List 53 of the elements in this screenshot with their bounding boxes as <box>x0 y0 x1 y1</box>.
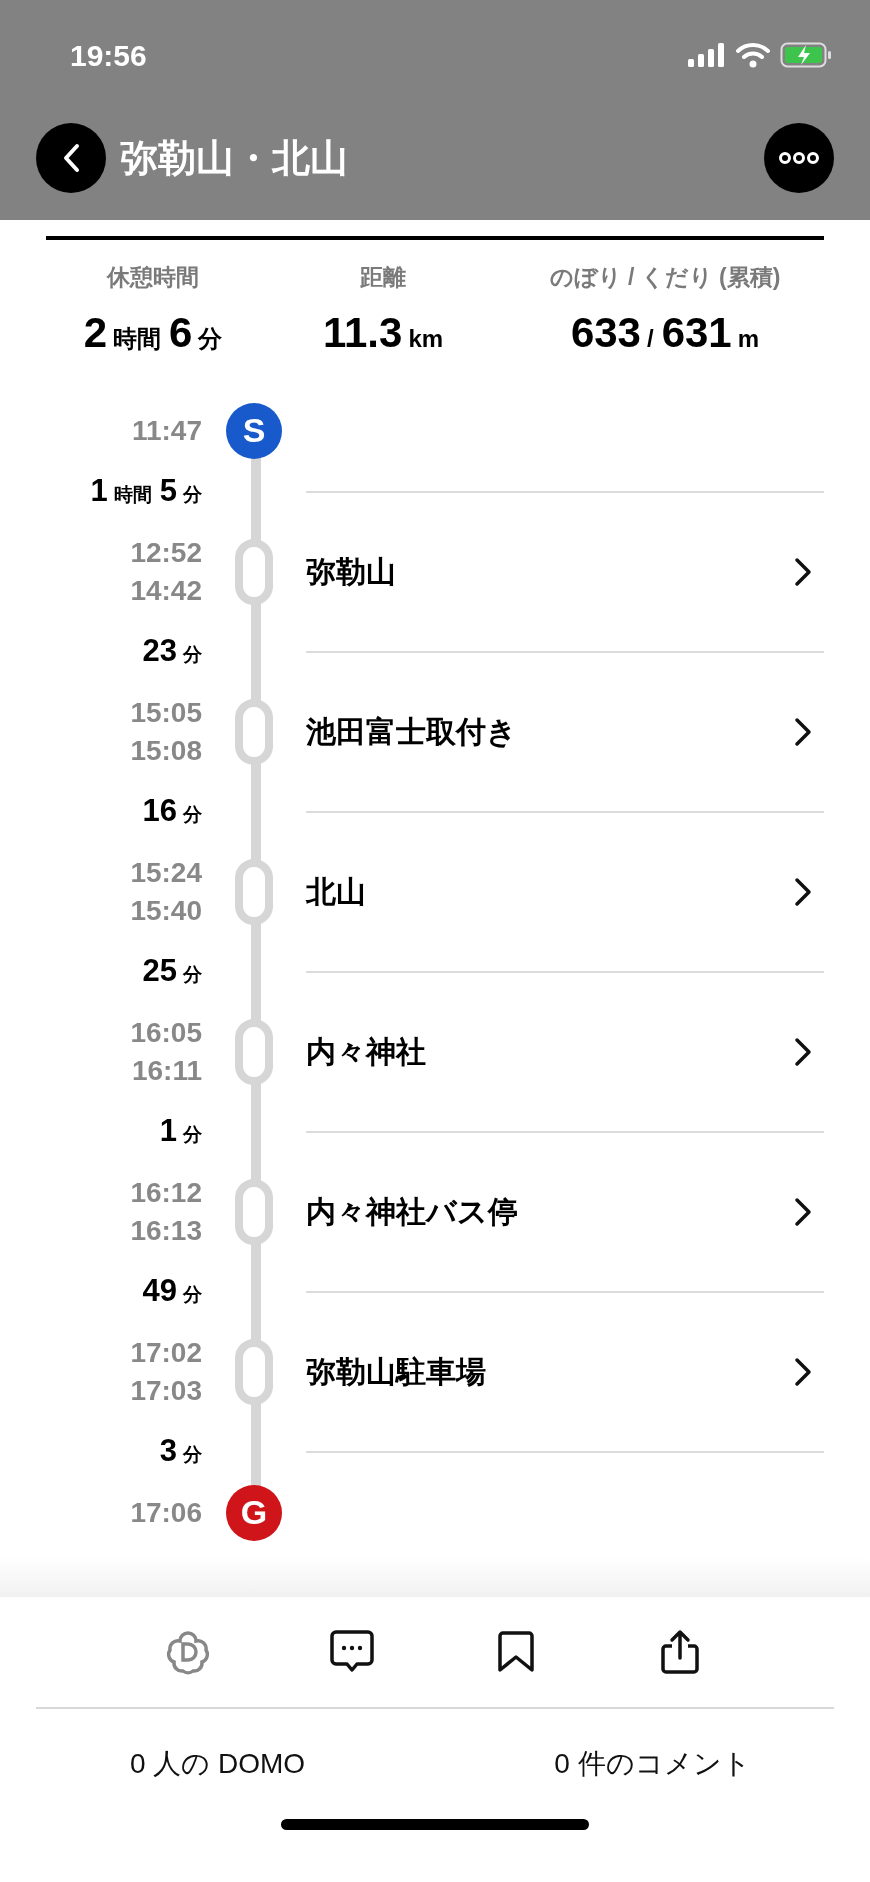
chevron-left-icon <box>62 143 80 173</box>
bookmark-icon[interactable] <box>497 1629 535 1675</box>
battery-charging-icon <box>780 42 832 68</box>
time-label: 16:13 <box>130 1213 202 1248</box>
waypoint-item[interactable]: 内々神社 <box>306 1011 824 1092</box>
stat-label: 休憩時間 <box>107 263 199 292</box>
time-label: 15:40 <box>130 893 202 928</box>
chevron-right-icon <box>794 1356 812 1387</box>
chevron-right-icon <box>794 1036 812 1067</box>
chevron-right-icon <box>794 556 812 587</box>
time-label: 17:03 <box>130 1373 202 1408</box>
waypoint-item[interactable]: 北山 <box>306 851 824 932</box>
waypoint-item[interactable]: 弥勒山駐車場 <box>306 1331 824 1412</box>
chevron-right-icon <box>794 876 812 907</box>
chevron-right-icon <box>794 716 812 747</box>
wifi-icon <box>736 42 770 68</box>
time-label: 11:47 <box>131 413 202 448</box>
duration-label: 23 分 <box>142 632 202 671</box>
count-link[interactable]: 0 人の DOMO <box>129 1743 306 1785</box>
time-label: 15:08 <box>130 733 202 768</box>
time-label: 12:52 <box>130 535 202 570</box>
waypoint-item[interactable]: 内々神社バス停 <box>306 1171 824 1252</box>
stat-value: 11.3 km <box>322 307 444 358</box>
time-label: 17:02 <box>130 1335 202 1370</box>
goal-marker: G <box>226 1484 282 1541</box>
time-label: 16:11 <box>131 1053 202 1088</box>
waypoint-item[interactable]: 弥勒山 <box>306 531 824 612</box>
waypoint-item[interactable]: 池田富士取付き <box>306 691 824 772</box>
chevron-right-icon <box>794 1196 812 1227</box>
stat-label: のぼり / くだり (累積) <box>549 263 781 292</box>
more-icon <box>779 152 819 164</box>
stat-value: 2 時間 6 分 <box>83 307 223 358</box>
time-label: 16:05 <box>130 1015 202 1050</box>
status-time: 19:56 <box>70 37 147 74</box>
stat-value: 633/ 631 m <box>570 307 760 358</box>
time-label: 14:42 <box>130 573 202 608</box>
duration-label: 1 時間 5 分 <box>90 472 202 511</box>
duration-label: 25 分 <box>142 952 202 991</box>
time-label: 17:06 <box>130 1495 202 1530</box>
duration-label: 49 分 <box>142 1272 202 1311</box>
time-label: 15:05 <box>130 695 202 730</box>
duration-label: 16 分 <box>142 792 202 831</box>
page-title: 弥勒山・北山 <box>120 135 348 181</box>
share-icon[interactable] <box>660 1629 700 1675</box>
signal-icon <box>688 43 726 67</box>
stat-label: 距離 <box>360 263 406 292</box>
time-label: 15:24 <box>130 855 202 890</box>
count-link[interactable]: 0 件のコメント <box>554 1743 751 1785</box>
comment-icon[interactable] <box>330 1629 374 1675</box>
duration-label: 1 分 <box>159 1112 202 1151</box>
domo-flower-icon[interactable] <box>164 1629 212 1675</box>
duration-label: 3 分 <box>159 1432 202 1471</box>
time-label: 16:12 <box>130 1175 202 1210</box>
